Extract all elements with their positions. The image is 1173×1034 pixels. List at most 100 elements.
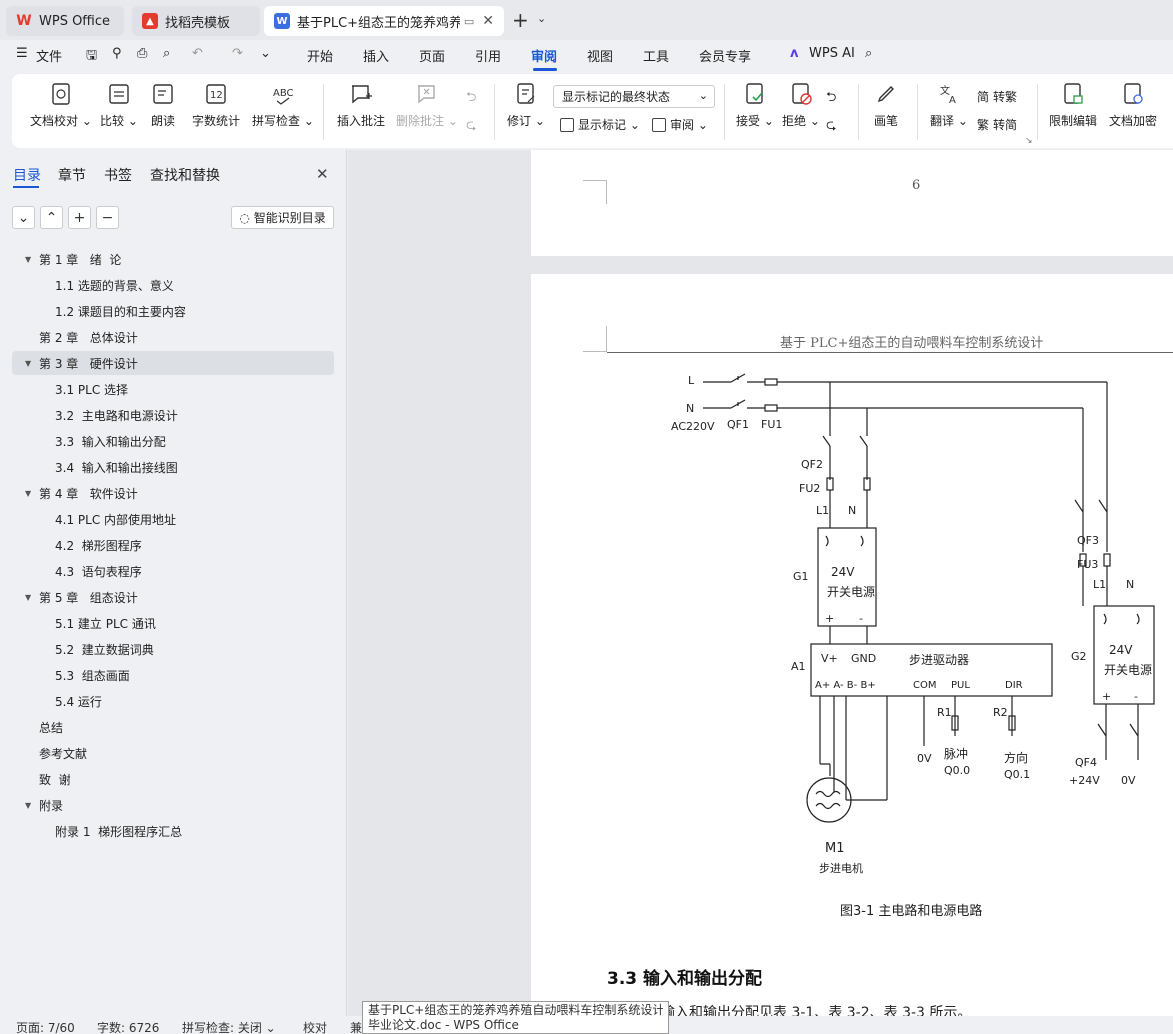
- to-traditional-button[interactable]: 简 转繁: [977, 88, 1017, 105]
- undo-icon[interactable]: ↶: [192, 46, 203, 61]
- new-tab-icon[interactable]: +: [512, 8, 529, 32]
- close-tab-icon[interactable]: ✕: [482, 13, 494, 29]
- toc-item[interactable]: 1.1 选题的背景、意义: [12, 273, 334, 297]
- more-chevron-icon[interactable]: ⌄: [260, 46, 271, 61]
- label-driver-pins: A+ A- B- B+: [815, 680, 876, 691]
- prev-comment-icon[interactable]: ⮌: [466, 88, 476, 110]
- toc-item[interactable]: ▼ 附录: [12, 793, 334, 817]
- accept-button[interactable]: 接受 ⌄: [736, 82, 774, 129]
- collapse-up-icon[interactable]: ⌃: [40, 206, 63, 229]
- menu-tools[interactable]: 工具: [643, 46, 669, 65]
- expand-arrow-icon[interactable]: ▼: [25, 359, 31, 368]
- prev-change-icon[interactable]: ⮌: [826, 88, 836, 110]
- tab-toc[interactable]: 目录: [13, 165, 41, 185]
- reject-button[interactable]: 拒绝 ⌄: [782, 82, 820, 129]
- encrypt-button[interactable]: 文档加密: [1109, 82, 1157, 129]
- add-icon[interactable]: +: [68, 206, 91, 229]
- share-icon[interactable]: ⚲: [112, 46, 122, 61]
- tab-chapters[interactable]: 章节: [58, 165, 86, 185]
- delete-comment-button[interactable]: 删除批注 ⌄: [396, 82, 458, 129]
- menu-insert[interactable]: 插入: [363, 46, 389, 65]
- spell-status[interactable]: 拼写检查: 关闭 ⌄: [182, 1019, 276, 1034]
- toc-item[interactable]: ▼ 第 1 章 绪 论: [12, 247, 334, 271]
- tab-bookmarks[interactable]: 书签: [104, 165, 132, 185]
- restrict-edit-button[interactable]: 限制编辑: [1049, 82, 1097, 129]
- print-icon[interactable]: ⎙: [137, 46, 147, 61]
- toc-item[interactable]: 3.4 输入和输出接线图: [12, 455, 334, 479]
- toc-item[interactable]: 5.4 运行: [12, 689, 334, 713]
- remove-icon[interactable]: −: [96, 206, 119, 229]
- expand-arrow-icon[interactable]: ▼: [25, 593, 31, 602]
- expand-down-icon[interactable]: ⌄: [12, 206, 35, 229]
- tab-wps-office[interactable]: W WPS Office: [6, 6, 124, 36]
- hamburger-icon[interactable]: ☰: [16, 46, 28, 61]
- menu-start[interactable]: 开始: [307, 46, 333, 65]
- menu-page[interactable]: 页面: [419, 46, 445, 65]
- revise-button[interactable]: 修订 ⌄: [507, 82, 545, 129]
- to-simplified-button[interactable]: 繁 转简: [977, 116, 1017, 133]
- label-minus-2: -: [1134, 690, 1138, 703]
- toc-item[interactable]: 5.3 组态画面: [12, 663, 334, 687]
- toc-item[interactable]: 5.2 建立数据词典: [12, 637, 334, 661]
- dialog-launcher-icon[interactable]: ↘: [1025, 136, 1033, 146]
- toc-item[interactable]: 5.1 建立 PLC 通讯: [12, 611, 334, 635]
- word-count-button[interactable]: 12 字数统计: [192, 82, 240, 129]
- menu-file[interactable]: 文件: [36, 46, 62, 65]
- spell-check-button[interactable]: ABC 拼写检查 ⌄: [252, 82, 314, 129]
- ribbon-separator: [917, 84, 918, 140]
- expand-arrow-icon[interactable]: ▼: [25, 489, 31, 498]
- close-pane-icon[interactable]: ✕: [316, 165, 329, 183]
- toc-item[interactable]: 总结: [12, 715, 334, 739]
- tab-templates[interactable]: ▲ 找稻壳模板: [132, 6, 260, 36]
- toc-item[interactable]: ▼ 第 5 章 组态设计: [12, 585, 334, 609]
- toc-item[interactable]: 3.3 输入和输出分配: [12, 429, 334, 453]
- toc-item[interactable]: 致 谢: [12, 767, 334, 791]
- menu-member[interactable]: 会员专享: [699, 46, 751, 65]
- toc-item[interactable]: 4.1 PLC 内部使用地址: [12, 507, 334, 531]
- menu-view[interactable]: 视图: [587, 46, 613, 65]
- toc-item[interactable]: 附录 1 梯形图程序汇总: [12, 819, 334, 843]
- search-icon[interactable]: ⌕: [865, 46, 872, 61]
- menu-review[interactable]: 审阅: [531, 46, 557, 65]
- doc-proof-button[interactable]: 文档校对 ⌄: [30, 82, 92, 129]
- label-l1: L1: [816, 504, 829, 517]
- page-indicator[interactable]: 页面: 7/60: [16, 1019, 75, 1034]
- toc-item[interactable]: 3.2 主电路和电源设计: [12, 403, 334, 427]
- toc-item[interactable]: 4.3 语句表程序: [12, 559, 334, 583]
- toc-item[interactable]: ▼ 第 4 章 软件设计: [12, 481, 334, 505]
- expand-arrow-icon[interactable]: ▼: [25, 255, 31, 264]
- review-pane-button[interactable]: 审阅 ⌄: [652, 116, 708, 133]
- chevron-down-icon[interactable]: ⌄: [537, 12, 546, 25]
- show-markup-button[interactable]: 显示标记 ⌄: [560, 116, 640, 133]
- translate-button[interactable]: 文A 翻译 ⌄: [930, 82, 968, 129]
- save-icon[interactable]: 🖫: [86, 46, 97, 68]
- document-canvas[interactable]: 6 基于 PLC+组态王的自动喂料车控制系统设计 L N AC220V QF1 …: [348, 150, 1173, 1016]
- read-aloud-button[interactable]: 朗读: [151, 82, 175, 129]
- tab-find-replace[interactable]: 查找和替换: [150, 165, 220, 185]
- insert-comment-button[interactable]: 插入批注: [337, 82, 385, 129]
- toc-item[interactable]: 参考文献: [12, 741, 334, 765]
- compare-button[interactable]: 比较 ⌄: [100, 82, 138, 129]
- menu-wps-ai[interactable]: WPS AI: [809, 46, 855, 61]
- compat-status[interactable]: 兼: [350, 1019, 362, 1034]
- proof-status[interactable]: 校对: [303, 1019, 327, 1034]
- expand-arrow-icon[interactable]: ▼: [25, 801, 31, 810]
- smart-toc-button[interactable]: ◌ 智能识别目录: [231, 206, 334, 229]
- toc-item[interactable]: 4.2 梯形图程序: [12, 533, 334, 557]
- toc-item[interactable]: 1.2 课题目的和主要内容: [12, 299, 334, 323]
- toc-item[interactable]: 第 2 章 总体设计: [12, 325, 334, 349]
- toc-item[interactable]: ▼ 第 3 章 硬件设计: [12, 351, 334, 375]
- print-preview-icon[interactable]: ⌕: [163, 46, 170, 61]
- markup-mode-select[interactable]: 显示标记的最终状态 ⌄: [553, 85, 715, 108]
- toc-item[interactable]: 3.1 PLC 选择: [12, 377, 334, 401]
- page-6: 6: [531, 150, 1173, 256]
- pen-button[interactable]: 画笔: [874, 82, 898, 129]
- next-comment-icon[interactable]: ⮎: [466, 116, 476, 138]
- redo-icon[interactable]: ↷: [232, 46, 243, 61]
- next-change-icon[interactable]: ⮎: [826, 116, 836, 138]
- encrypt-label: 文档加密: [1109, 114, 1158, 128]
- menu-reference[interactable]: 引用: [475, 46, 501, 65]
- tab-document[interactable]: W 基于PLC+组态王的笼养鸡养殖 ▭ ✕: [264, 6, 504, 36]
- label-n1: N: [848, 504, 856, 517]
- word-count[interactable]: 字数: 6726: [97, 1019, 159, 1034]
